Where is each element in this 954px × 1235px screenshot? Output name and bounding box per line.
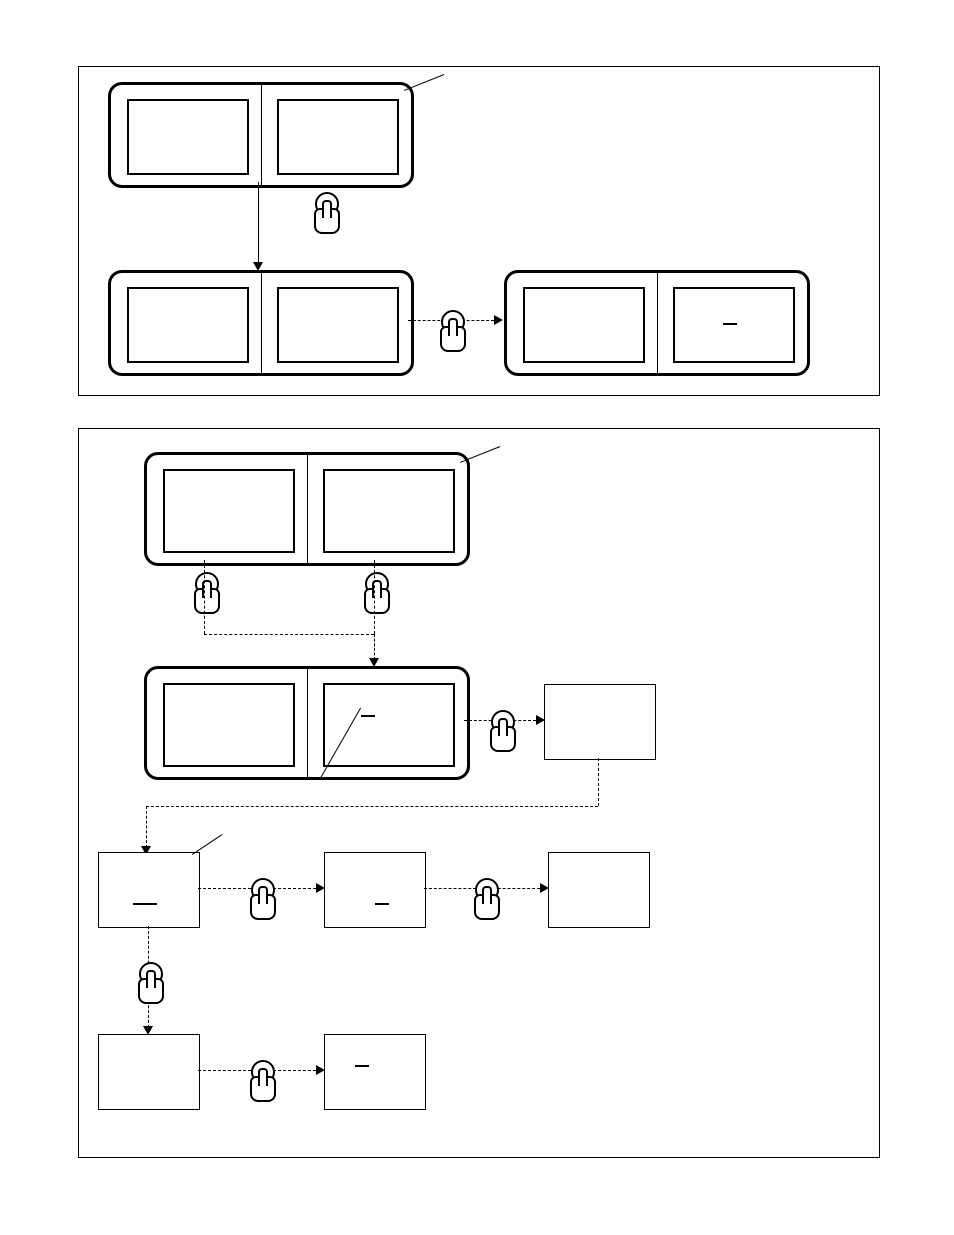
bottom-device-2 xyxy=(144,666,470,780)
top-flow2-arrow xyxy=(494,315,503,325)
rowAtoB-press-icon-finger xyxy=(146,970,156,988)
rowB-press-1-icon xyxy=(246,1060,276,1108)
bottom-to-box1-press-icon xyxy=(486,710,516,758)
bottom-to-box1-press-icon-finger xyxy=(498,718,508,736)
rowA-box-1-dash xyxy=(133,903,157,905)
rowB-box-2-dash xyxy=(355,1065,369,1067)
bottom-device-2-screen-1-dash xyxy=(361,715,375,717)
top-flow2-press-icon xyxy=(436,310,466,358)
bottom-device-1-screen-0 xyxy=(163,469,295,553)
bottom-return-v2 xyxy=(146,806,147,848)
rowA-press-1-icon-finger xyxy=(258,886,268,904)
bottom-merge-v-left xyxy=(204,560,205,634)
rowA-press-2-icon-finger xyxy=(482,886,492,904)
top-device-1-divider xyxy=(261,85,262,185)
bottom-merge-down xyxy=(374,634,375,660)
bottom-merge-h xyxy=(204,634,374,635)
rowA-press-1-icon xyxy=(246,878,276,926)
top-flow1-press-icon-finger xyxy=(322,200,332,218)
top-device-2-screen-0 xyxy=(127,287,249,363)
top-flow1-line xyxy=(258,182,259,262)
top-device-2-divider xyxy=(261,273,262,373)
rowA-box-2 xyxy=(324,852,426,928)
bottom-device-2-divider xyxy=(307,669,308,777)
rowB-box-2 xyxy=(324,1034,426,1110)
rowA-press-2-icon xyxy=(470,878,500,926)
top-device-1-screen-0 xyxy=(127,99,249,175)
top-device-1 xyxy=(108,82,414,188)
top-device-3-screen-0 xyxy=(523,287,645,363)
rowAtoB-press-icon xyxy=(134,962,164,1010)
bottom-device-1-divider xyxy=(307,455,308,563)
top-device-3-divider xyxy=(657,273,658,373)
bottom-return-h xyxy=(146,806,598,807)
top-device-3 xyxy=(504,270,810,376)
rowB-press-1-icon-finger xyxy=(258,1068,268,1086)
bottom-press-right-icon xyxy=(360,572,390,620)
top-device-3-screen-1 xyxy=(673,287,795,363)
top-device-1-screen-1 xyxy=(277,99,399,175)
top-flow2-press-icon-finger xyxy=(448,318,458,336)
bottom-return-v1 xyxy=(598,758,599,806)
bottom-box-1 xyxy=(544,684,656,760)
top-flow1-press-icon xyxy=(310,192,340,240)
bottom-merge-v-right xyxy=(374,560,375,634)
rowB-box-1 xyxy=(98,1034,200,1110)
rowA-box-3 xyxy=(548,852,650,928)
rowA-box-1 xyxy=(98,852,200,928)
bottom-device-1-screen-1 xyxy=(323,469,455,553)
bottom-device-1 xyxy=(144,452,470,566)
bottom-press-left-icon xyxy=(190,572,220,620)
top-device-3-screen-1-dash xyxy=(723,323,737,325)
bottom-device-2-screen-0 xyxy=(163,683,295,767)
bottom-device-2-screen-1 xyxy=(323,683,455,767)
top-device-2-screen-1 xyxy=(277,287,399,363)
rowA-box-2-dash xyxy=(375,903,389,905)
top-device-2 xyxy=(108,270,414,376)
